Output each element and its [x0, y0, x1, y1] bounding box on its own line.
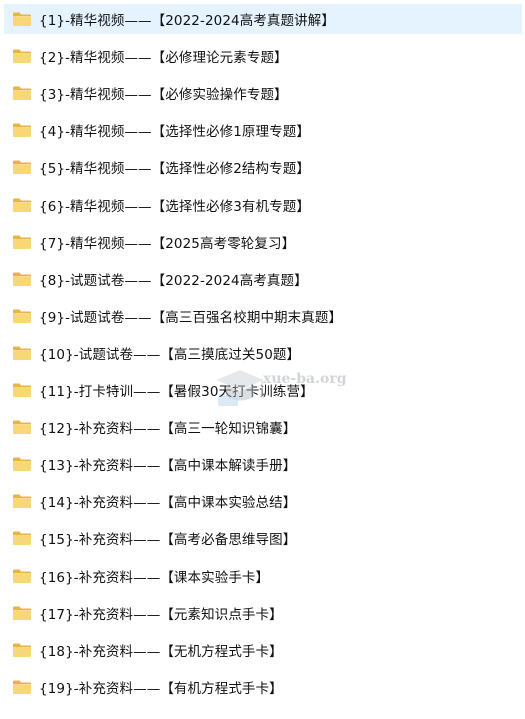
folder-icon: [12, 642, 32, 658]
folder-name: {3}-精华视频——【必修实验操作专题】: [39, 87, 288, 104]
folder-name: {12}-补充资料——【高三一轮知识锦囊】: [39, 421, 297, 438]
folder-name: {9}-试题试卷——【高三百强名校期中期末真题】: [39, 309, 343, 326]
folder-icon: [12, 271, 32, 287]
folder-name: {13}-补充资料——【高中课本解读手册】: [39, 458, 297, 475]
folder-name: {15}-补充资料——【高考必备思维导图】: [39, 532, 297, 549]
folder-list: {1}-精华视频——【2022-2024高考真题讲解】 {2}-精华视频——【必修…: [0, 0, 525, 719]
folder-row[interactable]: {6}-精华视频——【选择性必修3有机专题】: [4, 190, 522, 220]
folder-row[interactable]: {2}-精华视频——【必修理论元素专题】: [4, 41, 522, 71]
folder-row[interactable]: {11}-打卡特训——【暑假30天打卡训练营】: [4, 375, 522, 405]
folder-icon: [12, 530, 32, 546]
folder-icon: [12, 234, 32, 250]
folder-icon: [12, 159, 32, 175]
folder-name: {18}-补充资料——【无机方程式手卡】: [39, 643, 283, 660]
folder-row[interactable]: {15}-补充资料——【高考必备思维导图】: [4, 523, 522, 553]
folder-icon: [12, 197, 32, 213]
folder-name: {1}-精华视频——【2022-2024高考真题讲解】: [39, 13, 335, 29]
folder-icon: [12, 568, 32, 584]
folder-icon: [12, 345, 32, 361]
folder-row[interactable]: {19}-补充资料——【有机方程式手卡】: [4, 672, 522, 702]
folder-icon: [12, 605, 32, 621]
folder-row[interactable]: {3}-精华视频——【必修实验操作专题】: [4, 78, 522, 108]
folder-row[interactable]: {7}-精华视频——【2025高考零轮复习】: [4, 227, 522, 257]
folder-row[interactable]: {5}-精华视频——【选择性必修2结构专题】: [4, 152, 522, 182]
folder-row[interactable]: {10}-试题试卷——【高三摸底过关50题】: [4, 338, 522, 368]
folder-icon: [12, 48, 32, 64]
folder-row[interactable]: {8}-试题试卷——【2022-2024高考真题】: [4, 264, 522, 294]
folder-name: {7}-精华视频——【2025高考零轮复习】: [39, 235, 296, 252]
folder-name: {14}-补充资料——【高中课本实验总结】: [39, 495, 297, 512]
folder-row[interactable]: {16}-补充资料——【课本实验手卡】: [4, 561, 522, 591]
folder-icon: [12, 493, 32, 509]
folder-row[interactable]: {13}-补充资料——【高中课本解读手册】: [4, 449, 522, 479]
folder-icon: [12, 382, 32, 398]
folder-name: {4}-精华视频——【选择性必修1原理专题】: [39, 124, 310, 141]
folder-name: {2}-精华视频——【必修理论元素专题】: [39, 50, 288, 67]
folder-name: {6}-精华视频——【选择性必修3有机专题】: [39, 198, 310, 215]
folder-row[interactable]: {4}-精华视频——【选择性必修1原理专题】: [4, 115, 522, 145]
folder-row[interactable]: {18}-补充资料——【无机方程式手卡】: [4, 635, 522, 665]
folder-icon: [12, 419, 32, 435]
folder-row[interactable]: {1}-精华视频——【2022-2024高考真题讲解】: [4, 4, 522, 34]
folder-name: {10}-试题试卷——【高三摸底过关50题】: [39, 346, 301, 363]
folder-row[interactable]: {14}-补充资料——【高中课本实验总结】: [4, 486, 522, 516]
folder-name: {11}-打卡特训——【暑假30天打卡训练营】: [39, 384, 314, 400]
folder-icon: [12, 679, 32, 695]
folder-name: {8}-试题试卷——【2022-2024高考真题】: [39, 272, 308, 289]
folder-icon: [12, 122, 32, 138]
folder-name: {5}-精华视频——【选择性必修2结构专题】: [39, 161, 310, 178]
folder-icon: [12, 456, 32, 472]
folder-row[interactable]: {17}-补充资料——【元素知识点手卡】: [4, 598, 522, 628]
folder-icon: [12, 85, 32, 101]
folder-name: {17}-补充资料——【元素知识点手卡】: [39, 606, 283, 623]
folder-icon: [12, 308, 32, 324]
folder-row[interactable]: {12}-补充资料——【高三一轮知识锦囊】: [4, 412, 522, 442]
folder-icon: [12, 11, 32, 27]
folder-name: {16}-补充资料——【课本实验手卡】: [39, 569, 270, 586]
folder-name: {19}-补充资料——【有机方程式手卡】: [39, 680, 283, 697]
folder-row[interactable]: {9}-试题试卷——【高三百强名校期中期末真题】: [4, 301, 522, 331]
